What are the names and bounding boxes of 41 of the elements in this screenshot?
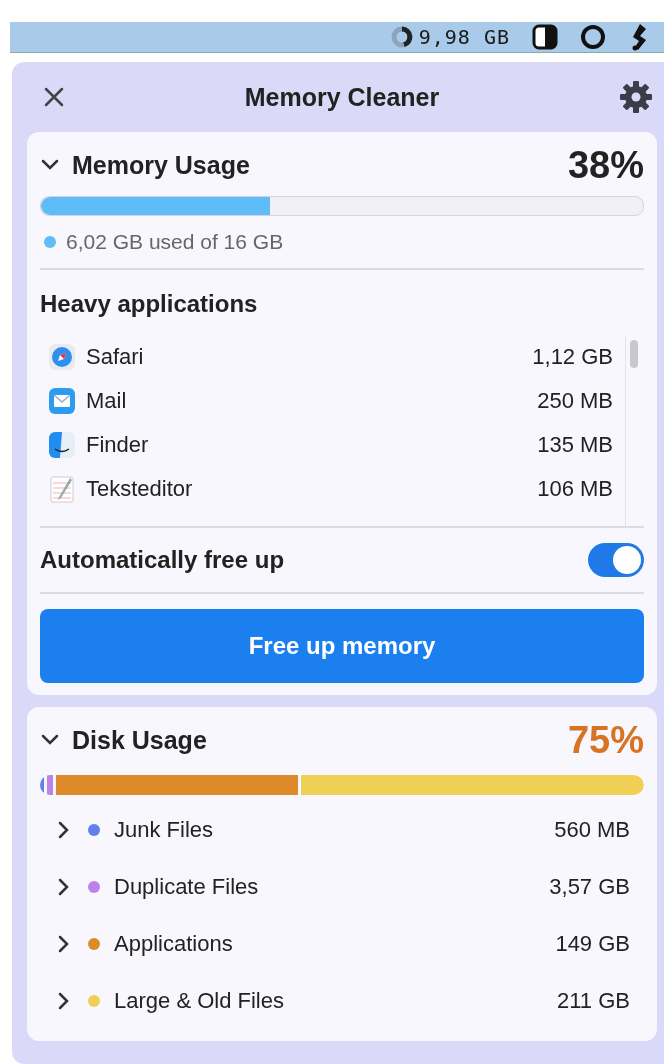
toggle-label: Automatically free up [40,546,285,574]
app-row[interactable]: Safari 1,12 GB [48,342,613,372]
window-title: Memory Cleaner [244,82,440,112]
finder-app-icon [48,431,76,459]
category-name: Junk Files [114,816,215,843]
notepad-app-icon [48,475,76,503]
settings-button[interactable] [619,80,653,114]
close-button[interactable] [43,86,65,108]
app-size: 250 MB [537,388,613,414]
auto-free-toggle[interactable] [588,543,644,577]
category-size: 149 GB [555,930,630,957]
scroll-thumb[interactable] [630,340,638,368]
category-size: 560 MB [554,816,630,843]
category-size: 211 GB [557,987,630,1014]
ring-gauge-icon[interactable] [390,26,413,48]
usage-percent: 75% [567,718,644,762]
category-name: Large & Old Files [114,987,285,1014]
app-size: 106 MB [537,476,613,502]
category-name: Duplicate Files [114,873,260,900]
section-heading: Heavy applications [40,290,259,318]
circle-icon[interactable] [580,24,606,50]
half-square-icon[interactable] [532,24,558,50]
app-size: 1,12 GB [532,344,613,370]
app-name: Teksteditor [86,476,194,502]
free-up-memory-button[interactable]: Free up memory [40,609,644,683]
app-size: 135 MB [537,432,613,458]
app-name: Finder [86,432,150,458]
category-name: Applications [114,930,234,957]
app-name: Mail [86,388,128,414]
section-title: Disk Usage [72,725,207,755]
app-row[interactable]: Teksteditor 106 MB [48,474,613,504]
mail-app-icon [48,387,76,415]
memory-reading[interactable]: 9,98 GB [418,25,510,49]
compass-app-icon [48,343,76,371]
section-title: Memory Usage [72,150,250,180]
app-row[interactable]: Mail 250 MB [48,386,613,416]
memory-summary: 6,02 GB used of 16 GB [66,230,284,254]
app-name: Safari [86,344,145,370]
app-row[interactable]: Finder 135 MB [48,430,613,460]
usage-percent: 38% [567,143,644,187]
category-size: 3,57 GB [549,873,630,900]
